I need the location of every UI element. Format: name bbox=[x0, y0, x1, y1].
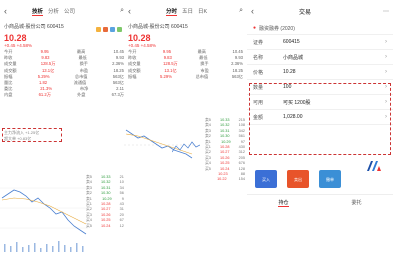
chevron-right-icon: › bbox=[385, 69, 387, 75]
field-value[interactable]: 600415 bbox=[283, 39, 300, 45]
volume-bars bbox=[4, 241, 84, 252]
bottom-tab-bar: 持仓 委托 bbox=[247, 194, 393, 207]
top-bar: ‹ 分时 五日 日K ⌕ bbox=[124, 0, 247, 22]
tab-positions[interactable]: 持仓 bbox=[278, 199, 289, 207]
quote-value: 563亿 bbox=[231, 73, 243, 79]
search-icon[interactable]: ⌕ bbox=[239, 7, 243, 15]
quote-row: 内盘 61.2万 外盘 67.3万 bbox=[4, 92, 124, 98]
avg-line bbox=[1, 197, 87, 225]
order-price: 10.22 bbox=[217, 177, 227, 182]
quote-label: 内盘 bbox=[4, 92, 13, 98]
tab-company[interactable]: 公司 bbox=[64, 7, 75, 16]
order-volume: 154 bbox=[238, 177, 245, 182]
order-book: 卖5 10.33 215 卖4 10.32 108 卖3 10.31 342 卖2 10.30 561… bbox=[205, 118, 245, 183]
badge-icon bbox=[96, 27, 101, 32]
form-field-row[interactable]: 价格 10.28 › bbox=[247, 65, 393, 80]
tab-bar: 分时 五日 日K bbox=[166, 7, 207, 16]
tab-five-day[interactable]: 五日 bbox=[182, 7, 193, 16]
order-book: 卖5 10.33 215 卖4 10.32 108 卖3 10.31 342 卖2 10.30 561… bbox=[86, 175, 126, 229]
page-title: 交易 bbox=[299, 9, 312, 16]
back-icon[interactable]: ‹ bbox=[251, 6, 261, 16]
trade-panel: ‹ 交易 ⋯ ● 融资融券 (2020) 证券 600415 › 名称 小商品城 › 价格 1… bbox=[247, 0, 393, 253]
quote-row: 振幅 5.29% 总市值 563亿 bbox=[128, 74, 243, 80]
field-label: 价格 bbox=[253, 69, 264, 76]
current-price: 10.28 bbox=[128, 33, 151, 43]
account-icon: ● bbox=[253, 25, 257, 31]
money-flow: 主力净流入 +1.25亿 超大单 +0.83亿 bbox=[0, 130, 128, 142]
account-row[interactable]: ● 融资融券 (2020) bbox=[247, 22, 393, 35]
quote-label: 外盘 bbox=[77, 92, 86, 98]
top-bar: ‹ 技析 分析 公司 ⌕ bbox=[0, 0, 128, 22]
back-icon[interactable]: ‹ bbox=[4, 6, 14, 16]
tab-daily-k[interactable]: 日K bbox=[198, 7, 207, 16]
order-book-row[interactable]: 买5 10.24 128 bbox=[86, 224, 126, 229]
intraday-panel: ‹ 分时 五日 日K ⌕ 小商品城-股份公司 600415 10.28 +0.4… bbox=[124, 0, 247, 253]
form-field-row[interactable]: 名称 小商品城 › bbox=[247, 50, 393, 65]
chevron-right-icon: › bbox=[385, 39, 387, 45]
quote-value: 61.2万 bbox=[38, 92, 51, 98]
mini-chart bbox=[172, 141, 200, 153]
order-price: 10.24 bbox=[101, 223, 111, 228]
quote-value: 5.29% bbox=[160, 73, 172, 79]
stock-name: 小商品城-股份公司 600415 bbox=[128, 24, 188, 30]
quote-label: 振幅 bbox=[128, 73, 137, 79]
field-value[interactable]: 小商品城 bbox=[283, 54, 303, 61]
badge-group bbox=[96, 27, 122, 32]
tab-orders[interactable]: 委托 bbox=[351, 199, 361, 207]
cancel-order-button[interactable]: 撤单 bbox=[319, 170, 341, 188]
order-book-row[interactable]: 10.22 154 bbox=[205, 177, 245, 182]
account-label: 融资融券 (2020) bbox=[259, 25, 295, 32]
badge-icon bbox=[117, 27, 122, 32]
top-bar: ‹ 交易 ⋯ bbox=[247, 0, 393, 22]
price-line bbox=[1, 189, 87, 235]
brand-logo-icon bbox=[367, 161, 381, 171]
highlight-box bbox=[249, 83, 391, 155]
tab-technical[interactable]: 技析 bbox=[32, 7, 44, 16]
quote-value: 67.3万 bbox=[111, 92, 124, 98]
field-value[interactable]: 10.28 bbox=[283, 69, 296, 75]
screenshot-composite: ‹ 技析 分析 公司 ⌕ 小商品城-股份公司 600415 10.28 +0.4… bbox=[0, 0, 393, 253]
back-icon[interactable]: ‹ bbox=[128, 6, 138, 16]
badge-icon bbox=[103, 27, 108, 32]
tab-bar: 技析 分析 公司 bbox=[32, 7, 75, 16]
quote-label: 总市值 bbox=[195, 73, 209, 79]
quote-table: 今开 9.95 最高 10.45 昨收 9.83 最低 9.93 成交量 128.5万 换手 2.36… bbox=[124, 48, 247, 81]
badge-icon bbox=[110, 27, 115, 32]
order-level: 买5 bbox=[86, 223, 92, 228]
buy-button[interactable]: 买入 bbox=[255, 170, 277, 188]
note-line: 超大单 +0.83亿 bbox=[4, 136, 32, 141]
field-label: 证券 bbox=[253, 39, 264, 46]
stock-detail-panel: ‹ 技析 分析 公司 ⌕ 小商品城-股份公司 600415 10.28 +0.4… bbox=[0, 0, 128, 253]
current-price: 10.28 bbox=[4, 33, 27, 43]
quote-table: 今开 9.95 最高 10.45 昨收 9.83 最低 9.93 成交量 128.5万 换手 2.36… bbox=[0, 48, 128, 100]
sell-button[interactable]: 卖出 bbox=[287, 170, 309, 188]
chevron-right-icon: › bbox=[385, 54, 387, 60]
order-level: 买5 bbox=[205, 166, 211, 171]
field-label: 名称 bbox=[253, 54, 264, 61]
more-icon[interactable]: ⋯ bbox=[383, 8, 389, 15]
form-field-row[interactable]: 证券 600415 › bbox=[247, 35, 393, 50]
tab-analysis[interactable]: 分析 bbox=[48, 7, 59, 16]
tab-intraday[interactable]: 分时 bbox=[166, 7, 178, 16]
action-buttons: 买入 卖出 撤单 bbox=[255, 170, 341, 188]
